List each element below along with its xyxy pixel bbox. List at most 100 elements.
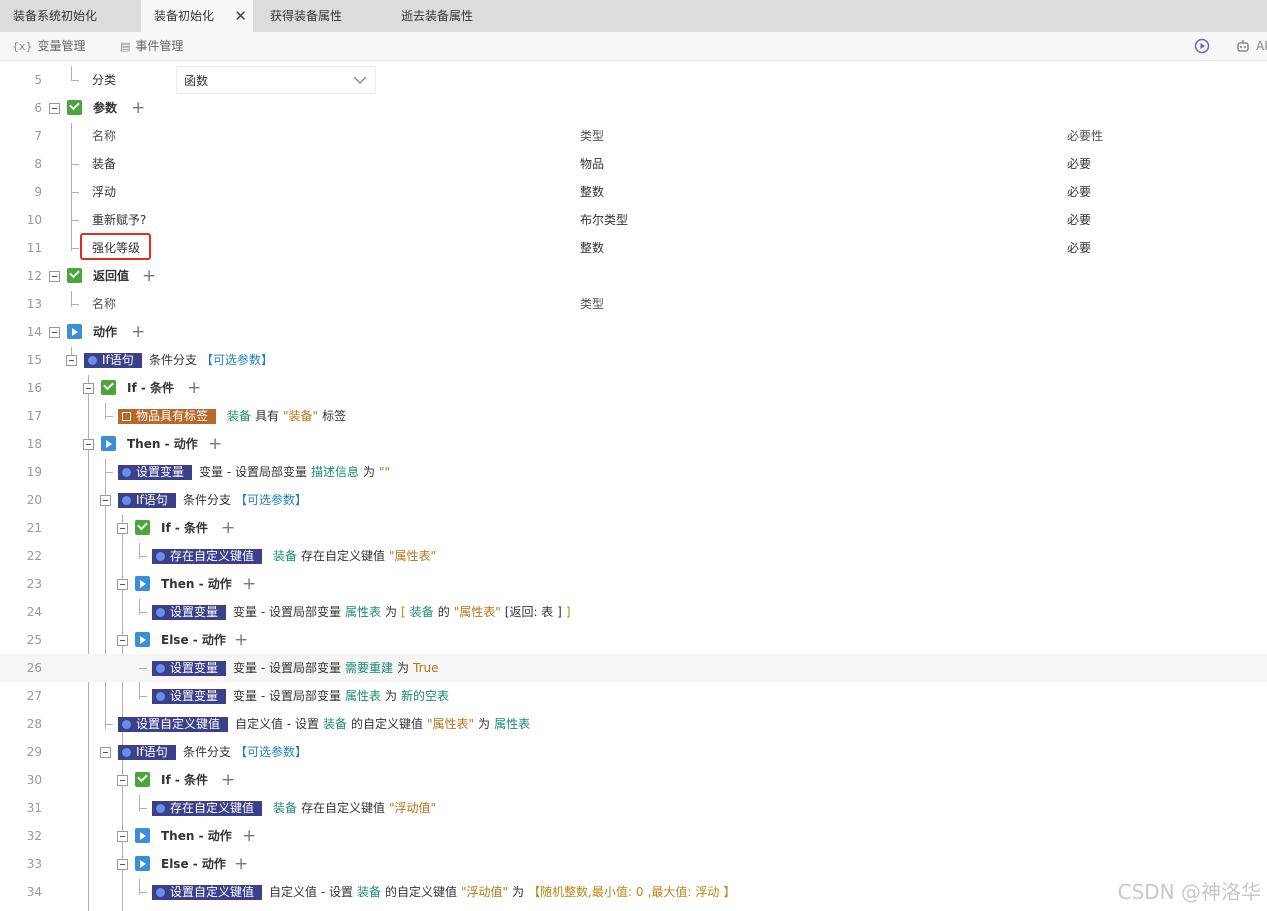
row-if-condition: 21 If - 条件 + [0,514,1267,542]
set-variable-pill[interactable]: 设置变量 [152,661,227,676]
text-part: 条件分支 [183,493,232,507]
set-custom-key-pill[interactable]: 设置自定义键值 [118,717,229,732]
action-row[interactable]: 27 设置变量 变量 - 设置局部变量 属性表为新的空表 [0,682,1267,710]
collapse-toggle[interactable] [49,103,60,114]
add-action-button[interactable]: + [208,430,222,458]
variable-icon: {x} [12,40,33,53]
action-row[interactable]: 28 设置自定义键值 自定义值 - 设置 装备 的自定义键值 "属性表" 为属性表 [0,710,1267,738]
event-manager-button[interactable]: ▤ 事件管理 [120,32,183,60]
close-icon[interactable]: ✕ [234,0,247,32]
robot-icon[interactable] [1235,38,1251,54]
tab-equipment-init[interactable]: 装备初始化 ✕ [141,0,253,32]
tab-bar: 装备系统初始化 装备初始化 ✕ 获得装备属性 逝去装备属性 [0,0,1267,32]
optional-params-link[interactable]: 【可选参数】 [201,353,273,367]
action-row-if[interactable]: 29 If语句 条件分支 【可选参数】 [0,738,1267,766]
collapse-toggle[interactable] [117,579,128,590]
param-row[interactable]: 9 浮动 整数 必要 [0,178,1267,206]
line-number: 28 [26,717,42,731]
action-row-if[interactable]: 15 If语句 条件分支 【可选参数】 [0,346,1267,374]
add-action-button[interactable]: + [242,822,256,850]
param-required: 必要 [1067,157,1092,171]
tree-branch [105,472,113,473]
collapse-toggle[interactable] [117,831,128,842]
collapse-toggle[interactable] [83,439,94,450]
add-condition-button[interactable]: + [221,766,235,794]
tree-branch [71,80,79,81]
custom-key-exists-pill[interactable]: 存在自定义键值 [152,549,263,564]
line-number: 34 [26,885,42,899]
line-number: 20 [26,493,42,507]
if-statement-pill[interactable]: If语句 [118,745,176,760]
item-has-tag-pill[interactable]: 物品具有标签 [118,409,217,424]
text-part: 】 [723,885,736,899]
collapse-toggle[interactable] [117,523,128,534]
set-variable-pill[interactable]: 设置变量 [152,689,227,704]
collapse-toggle[interactable] [66,355,77,366]
set-variable-pill[interactable]: 设置变量 [118,465,193,480]
collapse-toggle[interactable] [117,635,128,646]
collapse-toggle[interactable] [100,495,111,506]
text-part: ] [565,605,571,619]
tab-equipment-system-init[interactable]: 装备系统初始化 [0,0,140,32]
param-row[interactable]: 10 重新赋予? 布尔类型 必要 [0,206,1267,234]
check-icon [135,772,150,787]
add-action-button[interactable]: + [242,570,256,598]
add-action-button[interactable]: + [234,850,248,878]
action-row[interactable]: 34 设置自定义键值 自定义值 - 设置 装备 的自定义键值 "浮动值" 为【随机整数,… [0,878,1267,906]
action-row[interactable]: 19 设置变量 变量 - 设置局部变量 描述信息为 "" [0,458,1267,486]
condition-row[interactable]: 31 存在自定义键值 装备 存在自定义键值 "浮动值" [0,794,1267,822]
category-dropdown[interactable]: 函数 [176,66,376,94]
param-name: 装备 [92,157,117,171]
add-condition-button[interactable]: + [221,514,235,542]
collapse-toggle[interactable] [49,271,60,282]
play-circle-icon[interactable] [1194,38,1210,54]
if-statement-pill[interactable]: If语句 [84,353,142,368]
condition-row[interactable]: 22 存在自定义键值 装备 存在自定义键值 "属性表" [0,542,1267,570]
collapse-toggle[interactable] [117,775,128,786]
tab-lose-equipment-attributes[interactable]: 逝去装备属性 [388,0,518,32]
category-label: 分类 [92,73,117,87]
pill-label: 存在自定义键值 [170,801,255,815]
optional-params-link[interactable]: 【可选参数】 [235,493,307,507]
collapse-toggle[interactable] [83,383,94,394]
if-statement-pill[interactable]: If语句 [118,493,176,508]
action-row-if[interactable]: 20 If语句 条件分支 【可选参数】 [0,486,1267,514]
collapse-toggle[interactable] [49,327,60,338]
tab-get-equipment-attributes[interactable]: 获得装备属性 [257,0,387,32]
condition-row[interactable]: 17 物品具有标签 装备 具有 "装备" 标签 [0,402,1267,430]
optional-params-link[interactable]: 【可选参数】 [235,745,307,759]
add-condition-button[interactable]: + [187,374,201,402]
play-icon [135,856,150,871]
param-row[interactable]: 11 强化等级 整数 必要 [0,234,1267,262]
add-action-button[interactable]: + [131,318,145,346]
line-number: 15 [26,353,42,367]
line-number: 29 [26,745,42,759]
if-condition-label: If - 条件 [161,521,209,535]
add-action-button[interactable]: + [234,626,248,654]
then-actions-label: Then - 动作 [127,437,198,451]
else-actions-label: Else - 动作 [161,633,226,647]
play-icon [135,632,150,647]
text-part: [返回: 表 ] [504,605,562,619]
action-text: 条件分支 【可选参数】 [183,738,311,766]
play-icon [135,828,150,843]
custom-key-exists-pill[interactable]: 存在自定义键值 [152,801,263,816]
set-variable-pill[interactable]: 设置变量 [152,605,227,620]
action-row[interactable]: 26 设置变量 变量 - 设置局部变量 需要重建为 True [0,654,1267,682]
condition-text: 装备 具有 "装备" 标签 [227,402,350,430]
text-part: 条件分支 [183,745,232,759]
param-row[interactable]: 8 装备 物品 必要 [0,150,1267,178]
tree-branch [71,164,79,165]
collapse-toggle[interactable] [117,859,128,870]
variable-manager-button[interactable]: {x} 变量管理 [12,32,86,60]
collapse-toggle[interactable] [100,747,111,758]
pill-label: 设置自定义键值 [170,885,255,899]
add-parameter-button[interactable]: + [131,94,145,122]
text-part: 自定义值 - 设置 [269,885,353,899]
text-part: 自定义值 - 设置 [235,717,319,731]
set-custom-key-pill[interactable]: 设置自定义键值 [152,885,263,900]
text-part: 属性表 [344,689,381,703]
action-row[interactable]: 24 设置变量 变量 - 设置局部变量 属性表为 [装备的 "属性表" [返回: 表 ]… [0,598,1267,626]
col-name-header: 名称 [92,129,117,143]
add-return-value-button[interactable]: + [142,262,156,290]
